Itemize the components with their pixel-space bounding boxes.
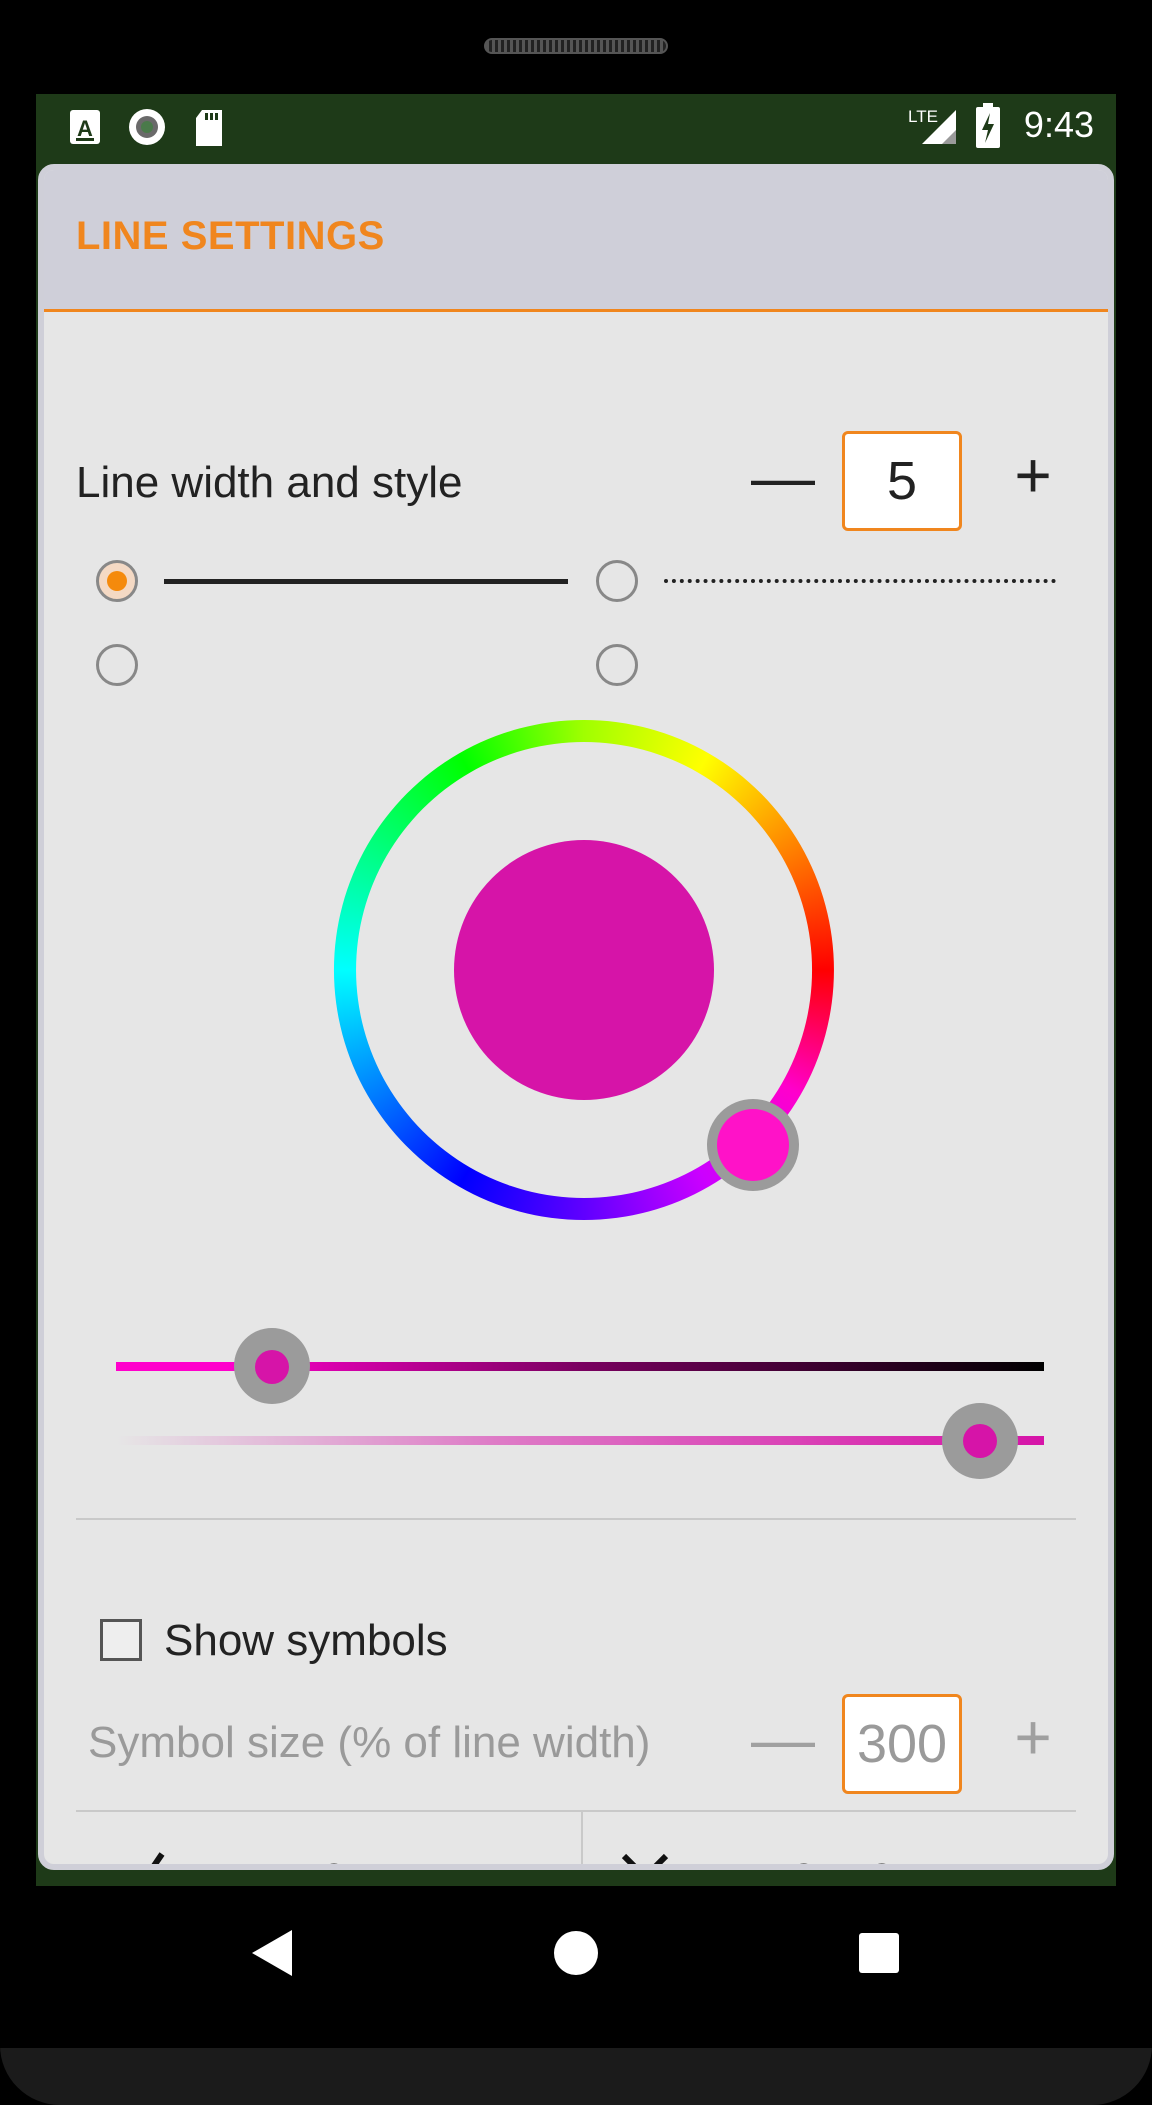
line-style-dash-dot-radio[interactable]: [596, 644, 638, 686]
hue-ring[interactable]: [314, 700, 854, 1240]
line-width-label: Line width and style: [76, 458, 463, 507]
symbol-size-label: Symbol size (% of line width): [88, 1718, 651, 1767]
phone-frame: A LTE 9:43 LINE SETTINGS Line width and …: [0, 0, 1152, 2105]
home-icon[interactable]: [553, 1930, 599, 1976]
ok-button-label: OK: [320, 1856, 374, 1864]
dialog-header: LINE SETTINGS: [44, 170, 1108, 312]
status-time: 9:43: [1023, 104, 1094, 145]
line-width-decrease-button[interactable]: —: [748, 442, 818, 512]
selected-color-preview[interactable]: [454, 840, 714, 1100]
screen: A LTE 9:43 LINE SETTINGS Line width and …: [36, 94, 1116, 1886]
checkmark-icon: [151, 1852, 165, 1864]
status-bar: A LTE 9:43: [36, 94, 1116, 160]
line-style-solid-radio[interactable]: [96, 560, 138, 602]
cancel-button-label: CANCEL: [790, 1856, 940, 1864]
ok-button[interactable]: OK: [76, 1812, 580, 1864]
phone-bottom-bezel: [0, 2048, 1152, 2105]
line-width-value-field[interactable]: 5: [842, 431, 962, 531]
record-icon: [129, 109, 165, 145]
line-width-increase-button[interactable]: +: [998, 440, 1068, 510]
back-icon[interactable]: [250, 1928, 294, 1978]
section-divider: [76, 1518, 1076, 1520]
dotted-line-sample[interactable]: [664, 579, 1056, 583]
symbol-size-value-field[interactable]: 300: [842, 1694, 962, 1794]
hue-handle[interactable]: [717, 1109, 789, 1181]
symbol-size-increase-button[interactable]: +: [998, 1702, 1068, 1772]
show-symbols-checkbox[interactable]: [100, 1619, 142, 1661]
opacity-slider-track[interactable]: [116, 1436, 1044, 1445]
line-settings-dialog: LINE SETTINGS Line width and style — 5 +: [38, 164, 1114, 1870]
show-symbols-label[interactable]: Show symbols: [164, 1616, 448, 1666]
svg-text:A: A: [77, 116, 93, 141]
symbol-size-decrease-button[interactable]: —: [748, 1704, 818, 1774]
recents-icon[interactable]: [858, 1932, 900, 1974]
navigation-bar: [0, 1888, 1152, 2048]
opacity-slider-thumb[interactable]: [963, 1424, 997, 1458]
network-label: LTE: [908, 107, 938, 126]
line-style-dotted-radio[interactable]: [596, 560, 638, 602]
close-icon: [621, 1853, 669, 1864]
button-separator: [581, 1812, 583, 1864]
lte-signal-icon: LTE: [908, 107, 956, 144]
a-notification-icon: A: [70, 110, 100, 144]
dialog-title: LINE SETTINGS: [76, 214, 385, 258]
sd-card-icon: [196, 110, 222, 146]
battery-charging-icon: [976, 103, 1000, 148]
shade-slider-thumb[interactable]: [255, 1350, 289, 1384]
solid-line-sample[interactable]: [164, 579, 568, 584]
speaker-grille: [484, 38, 668, 54]
cancel-button[interactable]: CANCEL: [584, 1812, 1084, 1864]
line-style-dashed-radio[interactable]: [96, 644, 138, 686]
